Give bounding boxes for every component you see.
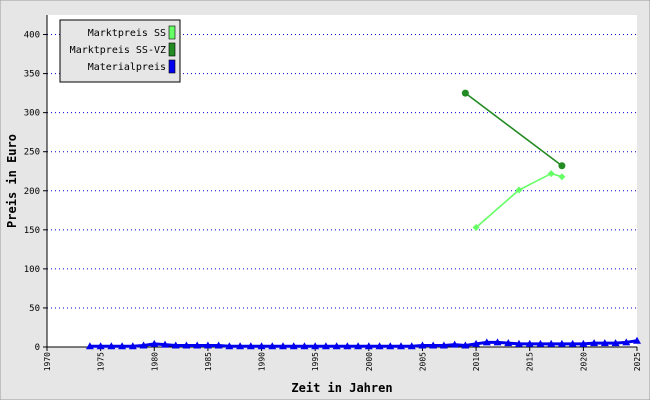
x-tick-label: 1980 bbox=[150, 352, 159, 371]
x-tick-label: 2010 bbox=[472, 352, 481, 371]
y-tick-label: 250 bbox=[24, 148, 40, 158]
y-axis-label: Preis in Euro bbox=[5, 134, 19, 228]
y-tick-label: 400 bbox=[24, 31, 40, 41]
y-tick-label: 200 bbox=[24, 187, 40, 197]
x-tick-label: 1985 bbox=[204, 352, 213, 371]
legend-label: Materialpreis bbox=[88, 62, 166, 73]
y-tick-label: 150 bbox=[24, 226, 40, 236]
x-tick-label: 1970 bbox=[43, 352, 52, 371]
legend-label: Marktpreis SS-VZ bbox=[70, 45, 166, 56]
data-point bbox=[558, 162, 566, 170]
chart-svg: 0 50 100 150 200 250 300 350 400 1970 1975 1980 1985… bbox=[0, 0, 650, 401]
y-tick-label: 300 bbox=[24, 109, 40, 119]
x-tick-label: 2025 bbox=[633, 352, 642, 371]
x-tick-label: 2005 bbox=[418, 352, 427, 371]
legend-swatch bbox=[168, 42, 176, 57]
y-tick-label: 50 bbox=[29, 304, 40, 314]
chart: 0 50 100 150 200 250 300 350 400 1970 1975 1980 1985… bbox=[0, 0, 650, 401]
x-axis-label: Zeit in Jahren bbox=[291, 381, 392, 395]
x-tick-label: 1995 bbox=[311, 352, 320, 371]
legend: Marktpreis SS Marktpreis SS-VZ Materialpre… bbox=[59, 19, 181, 83]
x-tick-label: 2000 bbox=[365, 352, 374, 371]
x-tick-label: 1990 bbox=[258, 352, 267, 371]
x-tick-label: 2015 bbox=[526, 352, 535, 371]
data-point bbox=[461, 89, 469, 97]
legend-label: Marktpreis SS bbox=[88, 28, 166, 39]
legend-swatch bbox=[168, 25, 176, 40]
y-tick-label: 100 bbox=[24, 265, 40, 275]
x-tick-label: 1975 bbox=[97, 352, 106, 371]
y-tick-label: 350 bbox=[24, 70, 40, 80]
legend-swatch bbox=[168, 59, 176, 74]
x-tick-label: 2020 bbox=[579, 352, 588, 371]
y-tick-label: 0 bbox=[35, 343, 40, 353]
